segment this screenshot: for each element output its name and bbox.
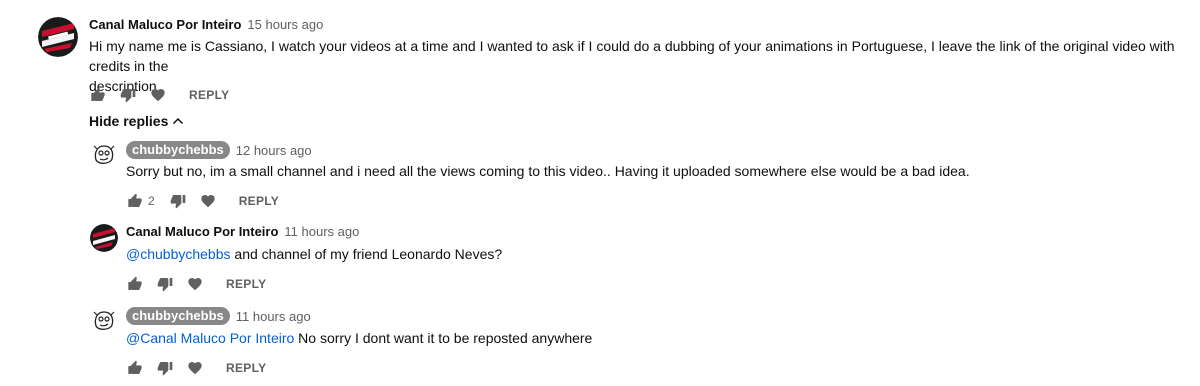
doodle-face-icon (91, 142, 117, 168)
heart-icon (188, 362, 202, 375)
thumbs-down-icon (157, 278, 173, 292)
channel-logo-icon (38, 17, 78, 57)
comment-text: Hi my name me is Cassiano, I watch your … (89, 36, 1179, 96)
dislike-button[interactable] (156, 275, 174, 293)
reply-text: @chubbychebbs and channel of my friend L… (126, 244, 502, 264)
comment-text-line1: Hi my name me is Cassiano, I watch your … (89, 38, 1175, 74)
thumbs-down-icon (120, 89, 136, 103)
hide-replies-button[interactable]: Hide replies (89, 113, 184, 129)
reply-button[interactable]: REPLY (226, 277, 266, 291)
like-count: 2 (148, 194, 155, 208)
reply-time[interactable]: 11 hours ago (236, 309, 311, 324)
thumbs-down-icon (170, 195, 186, 209)
avatar[interactable] (90, 141, 118, 169)
thumbs-down-icon (157, 362, 173, 376)
heart-button[interactable] (186, 275, 204, 293)
avatar[interactable] (90, 307, 118, 335)
reply-author-badge[interactable]: chubbychebbs (126, 307, 230, 325)
reply-author[interactable]: Canal Maluco Por Inteiro (126, 224, 278, 239)
reply-text: @Canal Maluco Por Inteiro No sorry I don… (126, 328, 592, 348)
comment-actions: REPLY (89, 85, 229, 105)
reply-button[interactable]: REPLY (189, 88, 229, 102)
like-button[interactable] (89, 86, 107, 104)
dislike-button[interactable] (156, 359, 174, 377)
reply-header: Canal Maluco Por Inteiro 11 hours ago (126, 224, 359, 239)
mention-link[interactable]: @Canal Maluco Por Inteiro (126, 330, 294, 346)
reply-actions: REPLY (126, 358, 266, 378)
channel-logo-icon (90, 224, 118, 252)
comment-header: Canal Maluco Por Inteiro 15 hours ago (89, 17, 323, 32)
hide-replies-label: Hide replies (89, 113, 169, 129)
dislike-button[interactable] (119, 86, 137, 104)
reply-text-body: No sorry I dont want it to be reposted a… (294, 330, 593, 346)
heart-icon (151, 89, 165, 102)
like-button[interactable] (126, 192, 144, 210)
mention-link[interactable]: @chubbychebbs (126, 246, 231, 262)
reply-text: Sorry but no, im a small channel and i n… (126, 161, 970, 181)
avatar[interactable] (90, 224, 118, 252)
chevron-up-icon (173, 117, 184, 125)
reply-text-body: Sorry but no, im a small channel and i n… (126, 163, 970, 179)
dislike-button[interactable] (169, 192, 187, 210)
comment-author[interactable]: Canal Maluco Por Inteiro (89, 17, 241, 32)
doodle-face-icon (91, 308, 117, 334)
avatar[interactable] (38, 17, 78, 57)
thumbs-up-icon (128, 360, 142, 374)
reply-button[interactable]: REPLY (239, 194, 279, 208)
heart-button[interactable] (149, 86, 167, 104)
reply-header: chubbychebbs 12 hours ago (126, 141, 312, 159)
reply-header: chubbychebbs 11 hours ago (126, 307, 311, 325)
heart-button[interactable] (199, 192, 217, 210)
thumbs-up-icon (128, 193, 142, 207)
comment-time[interactable]: 15 hours ago (247, 17, 323, 32)
like-button[interactable] (126, 275, 144, 293)
reply-text-body: and channel of my friend Leonardo Neves? (230, 246, 503, 262)
reply-time[interactable]: 12 hours ago (236, 143, 312, 158)
heart-icon (188, 278, 202, 291)
reply-time[interactable]: 11 hours ago (284, 224, 359, 239)
heart-button[interactable] (186, 359, 204, 377)
thumbs-up-icon (128, 276, 142, 290)
reply-button[interactable]: REPLY (226, 361, 266, 375)
reply-author-badge[interactable]: chubbychebbs (126, 141, 230, 159)
like-button[interactable] (126, 359, 144, 377)
reply-actions: REPLY (126, 274, 266, 294)
thumbs-up-icon (91, 87, 105, 101)
heart-icon (201, 195, 215, 208)
reply-actions: 2 REPLY (126, 191, 279, 211)
